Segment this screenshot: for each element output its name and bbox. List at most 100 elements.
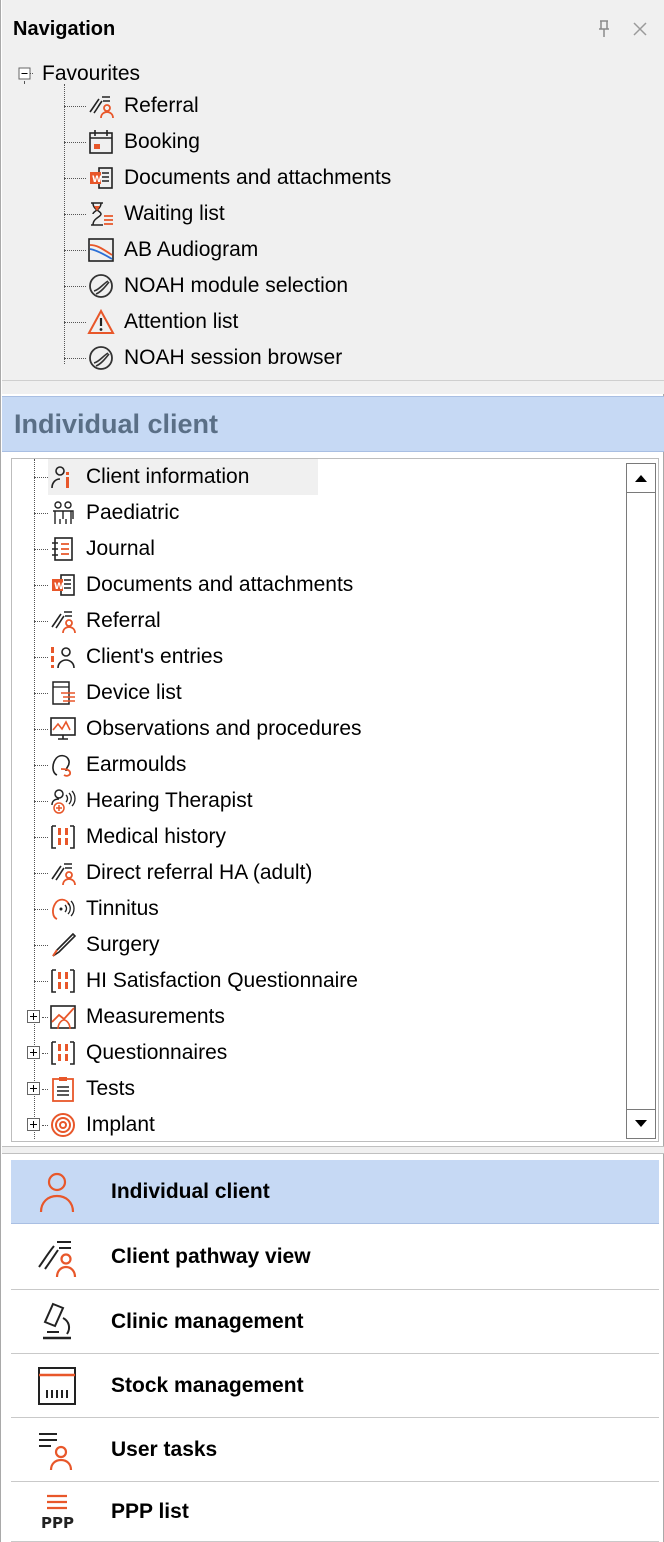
nav-button-label: User tasks	[111, 1437, 218, 1461]
tree-connector	[34, 657, 48, 658]
tree-connector	[64, 322, 86, 323]
favourite-item[interactable]: Referral	[86, 88, 203, 124]
svg-text:PPP: PPP	[41, 1514, 74, 1532]
expand-icon[interactable]	[26, 1081, 42, 1097]
client-entries-icon	[48, 642, 78, 672]
client-tree-item[interactable]: Device list	[48, 675, 186, 711]
client-tree-item[interactable]: Surgery	[48, 927, 164, 963]
favourite-label: NOAH session browser	[124, 346, 343, 369]
pin-icon[interactable]	[592, 14, 616, 44]
svg-text:W: W	[92, 175, 102, 185]
client-tree-label: Client information	[86, 465, 250, 488]
nav-button-individual-client[interactable]: Individual client	[11, 1160, 659, 1224]
favourite-label: Booking	[124, 130, 200, 153]
microscope-icon	[27, 1295, 87, 1349]
scroll-up-button[interactable]	[626, 463, 656, 493]
journal-icon	[48, 534, 78, 564]
client-tree-item[interactable]: Paediatric	[48, 495, 183, 531]
client-tree-item[interactable]: Client's entries	[48, 639, 227, 675]
pathway-icon	[27, 1230, 87, 1284]
referral-icon	[86, 91, 116, 121]
nav-button-clinic-management[interactable]: Clinic management	[11, 1290, 659, 1354]
client-tree-label: HI Satisfaction Questionnaire	[86, 969, 358, 992]
scroll-track[interactable]	[626, 493, 656, 1109]
nav-button-label: Stock management	[111, 1373, 304, 1397]
favourite-item[interactable]: Waiting list	[86, 196, 229, 232]
client-tree-item[interactable]: Direct referral HA (adult)	[48, 855, 316, 891]
tree-connector	[34, 873, 48, 874]
tree-connector	[34, 729, 48, 730]
scroll-down-button[interactable]	[626, 1109, 656, 1139]
favourite-label: Attention list	[124, 310, 239, 333]
client-tree-item[interactable]: Tests	[48, 1071, 139, 1107]
client-tree-label: Implant	[86, 1113, 155, 1136]
tree-connector	[64, 178, 86, 179]
client-tree-item[interactable]: HI Satisfaction Questionnaire	[48, 963, 362, 999]
vertical-scrollbar[interactable]	[626, 463, 656, 1139]
tinnitus-icon	[48, 894, 78, 924]
expand-icon[interactable]	[26, 1009, 42, 1025]
tree-connector	[34, 765, 48, 766]
favourite-item[interactable]: Booking	[86, 124, 204, 160]
client-tree-item[interactable]: Earmoulds	[48, 747, 190, 783]
tree-connector	[64, 106, 86, 107]
client-tree-label: Measurements	[86, 1005, 225, 1028]
nav-button-label: PPP list	[111, 1499, 189, 1523]
client-tree-label: Tests	[86, 1077, 136, 1100]
client-tree-label: Paediatric	[86, 501, 180, 524]
client-tree-label: Documents and attachments	[86, 573, 354, 596]
calendar-icon	[86, 127, 116, 157]
client-tree-label: Device list	[86, 681, 182, 704]
client-tree-item[interactable]: Hearing Therapist	[48, 783, 257, 819]
nav-button-label: Clinic management	[111, 1309, 304, 1333]
hearing-therapist-icon	[48, 786, 78, 816]
client-tree-item[interactable]: Tinnitus	[48, 891, 163, 927]
tree-connector	[34, 909, 48, 910]
client-tree-label: Observations and procedures	[86, 717, 362, 740]
client-tree-label: Earmoulds	[86, 753, 187, 776]
nav-button-client-pathway-view[interactable]: Client pathway view	[11, 1224, 659, 1290]
client-tree-item[interactable]: Observations and procedures	[48, 711, 366, 747]
client-tree-item[interactable]: Journal	[48, 531, 159, 567]
clipboard-icon	[48, 1074, 78, 1104]
client-tree-item[interactable]: Client information	[48, 459, 318, 495]
close-icon[interactable]	[628, 14, 652, 44]
documents-icon: W	[86, 163, 116, 193]
client-tree-item[interactable]: Measurements	[48, 999, 229, 1035]
person-icon	[27, 1165, 87, 1219]
favourite-item[interactable]: Attention list	[86, 304, 242, 340]
spiral-icon	[48, 1110, 78, 1140]
nav-button-stock-management[interactable]: Stock management	[11, 1354, 659, 1418]
client-tree-item[interactable]: Medical history	[48, 819, 230, 855]
tree-connector	[34, 621, 48, 622]
audiogram-icon	[86, 235, 116, 265]
client-tree-item[interactable]: W Documents and attachments	[48, 567, 357, 603]
collapse-icon[interactable]	[16, 65, 34, 83]
expand-icon[interactable]	[26, 1117, 42, 1133]
ear-icon	[48, 750, 78, 780]
tree-connector	[64, 358, 86, 359]
client-tree-item[interactable]: Referral	[48, 603, 165, 639]
expand-icon[interactable]	[26, 1045, 42, 1061]
tree-connector	[34, 945, 48, 946]
nav-button-user-tasks[interactable]: User tasks	[11, 1418, 659, 1482]
nav-button-ppp-list[interactable]: PPP PPP list	[11, 1482, 659, 1542]
client-tree-item[interactable]: Questionnaires	[48, 1035, 231, 1071]
client-tree-label: Referral	[86, 609, 161, 632]
favourite-item[interactable]: W Documents and attachments	[86, 160, 395, 196]
favourite-label: NOAH module selection	[124, 274, 349, 297]
client-tree-item[interactable]: Implant	[48, 1107, 159, 1141]
favourite-item[interactable]: AB Audiogram	[86, 232, 262, 268]
tree-connector	[34, 585, 48, 586]
favourite-item[interactable]: NOAH module selection	[86, 268, 352, 304]
tree-connector	[34, 549, 48, 550]
client-tree-label: Client's entries	[86, 645, 224, 668]
pane-splitter[interactable]	[2, 1146, 664, 1154]
favourites-node[interactable]: Favourites	[16, 56, 144, 92]
nav-button-label: Client pathway view	[111, 1244, 311, 1268]
client-tree[interactable]: Client information Paediatric Journal W Docu…	[11, 458, 659, 1142]
client-tree-label: Hearing Therapist	[86, 789, 253, 812]
favourite-item[interactable]: NOAH session browser	[86, 340, 346, 376]
navigation-title: Navigation	[13, 18, 116, 40]
nav-button-label: Individual client	[111, 1179, 270, 1203]
